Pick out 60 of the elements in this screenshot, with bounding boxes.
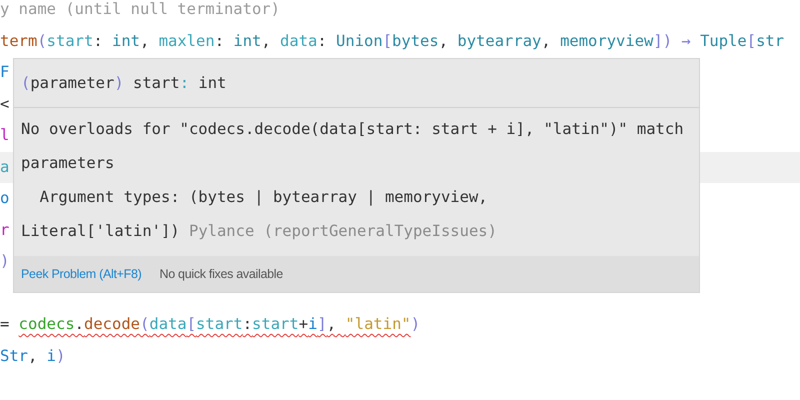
code-token: : [242, 315, 252, 333]
code-token: i [46, 346, 56, 364]
code-token: Union [336, 32, 383, 50]
code-token: ) [56, 346, 66, 364]
code-token: bytearray [457, 32, 542, 50]
code-token: start [46, 32, 94, 50]
code-token: data [149, 315, 187, 333]
code-token: a [0, 158, 10, 176]
code-token: str [756, 32, 784, 50]
code-token: Tuple [700, 32, 747, 50]
code-token: "latin" [345, 315, 411, 333]
code-token: start [196, 315, 243, 333]
signature-text: ) [114, 74, 124, 92]
code-token: : [317, 32, 328, 50]
code-token: term [0, 32, 38, 50]
code-token: codecs [18, 315, 75, 333]
code-token: start [252, 315, 299, 333]
code-token: int [233, 32, 262, 50]
peek-problem-link[interactable]: Peek Problem (Alt+F8) [21, 267, 142, 281]
code-token: , [326, 315, 338, 333]
code-token: [ [746, 32, 756, 50]
code-token: [ [382, 32, 392, 50]
signature-text: start [132, 74, 180, 92]
code-token: < [0, 94, 10, 112]
code-token: i [308, 315, 318, 333]
code-token: , [140, 32, 150, 50]
code-token: y name (until null terminator) [0, 0, 280, 18]
code-token: data [280, 32, 318, 50]
code-token: . [74, 315, 84, 333]
code-token: [ [186, 315, 196, 333]
code-token: → [680, 32, 692, 50]
code-token: l [0, 126, 10, 144]
code-token: bytes [392, 32, 439, 50]
signature-text: parameter [30, 74, 114, 92]
code-token: Str [0, 346, 28, 364]
code-token: , [438, 32, 450, 50]
code-token: : [93, 32, 104, 50]
code-token: maxlen [158, 32, 215, 50]
code-token: = [0, 315, 10, 333]
signature-text: int [197, 74, 226, 92]
code-token: decode [84, 315, 140, 333]
code-token: + [298, 315, 308, 333]
code-token: ] [317, 315, 327, 333]
code-token: ]) [653, 32, 672, 50]
code-token: ( [140, 315, 150, 333]
code-token: ( [37, 32, 47, 50]
quick-fix-note: No quick fixes available [159, 267, 283, 281]
error-message: No overloads for "codecs.decode(data[start: start + i], "latin")" match parameters Argument types: (bytes | bytearray | memoryview, Literal['latin']) Pylance (reportGeneralTypeIssues) [20, 119, 685, 242]
signature-text: ( [21, 74, 30, 92]
code-token: , [28, 346, 38, 364]
code-token: , [541, 32, 552, 50]
signature-text: : [180, 74, 190, 92]
code-token: int [112, 32, 140, 50]
code-token: F [0, 63, 10, 81]
code-token: , [261, 32, 272, 50]
code-token: : [214, 32, 226, 50]
code-token: memoryview [560, 32, 654, 50]
code-token: ) [410, 315, 420, 333]
code-token: r [0, 220, 10, 238]
code-token: o [0, 189, 10, 207]
